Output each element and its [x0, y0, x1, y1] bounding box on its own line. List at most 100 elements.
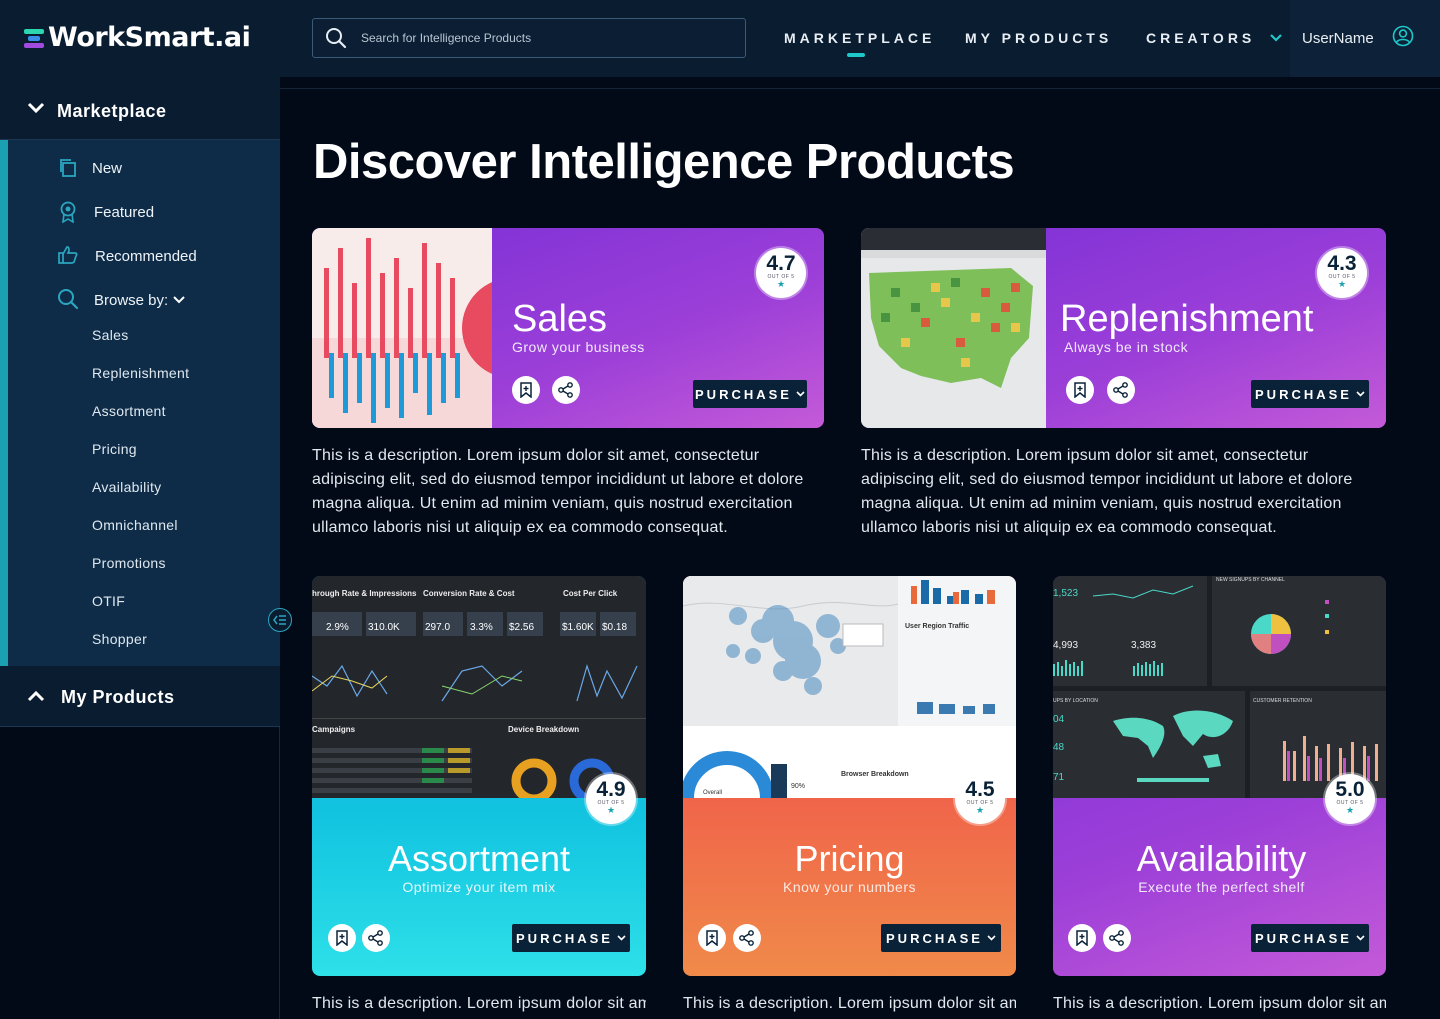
thumb-label: Cost Per Click	[563, 589, 618, 598]
chevron-down-icon	[796, 391, 805, 397]
sidebar-item-recommended[interactable]: Recommended	[95, 248, 197, 265]
share-icon	[1109, 930, 1124, 946]
product-card-availability[interactable]: 1,523 4,993 3,383 NEW SIGNUPS BY CHANNEL…	[1053, 576, 1386, 976]
award-icon	[60, 201, 76, 223]
browse-item-shopper[interactable]: Shopper	[92, 631, 147, 647]
thumb-label: 3,383	[1131, 640, 1156, 651]
chevron-down-icon[interactable]	[173, 295, 185, 304]
thumb-label: User Region Traffic	[905, 623, 969, 630]
sidebar-marketplace-header[interactable]: Marketplace	[0, 77, 280, 140]
share-button[interactable]	[362, 924, 390, 952]
star-icon: ★	[975, 805, 985, 815]
product-card-replenishment[interactable]: 4.3 OUT OF 5 ★ Replenishment Always be i…	[861, 228, 1386, 428]
thumb-label: 1,523	[1053, 588, 1078, 599]
browse-item-replenishment[interactable]: Replenishment	[92, 365, 189, 381]
product-title: Assortment	[387, 838, 571, 879]
copy-icon	[60, 159, 76, 177]
thumb-label: Device Breakdown	[508, 725, 579, 734]
product-card-pricing[interactable]: User Region Traffic Overall 90% Browser …	[683, 576, 1016, 976]
thumb-label: Conversion Rate & Cost	[423, 589, 515, 598]
browse-item-otif[interactable]: OTIF	[92, 593, 125, 609]
share-icon	[368, 930, 383, 946]
sales-thumbnail	[312, 228, 492, 428]
rating-value: 4.7	[766, 252, 796, 275]
star-icon: ★	[606, 805, 616, 815]
chevron-down-icon	[1356, 935, 1365, 941]
purchase-button[interactable]: PURCHASE	[881, 924, 1001, 952]
purchase-button[interactable]: PURCHASE	[693, 380, 807, 408]
share-button[interactable]	[1107, 376, 1135, 404]
product-description: This is a description. Lorem ipsum dolor…	[312, 995, 646, 1012]
bookmark-icon	[706, 930, 718, 946]
bookmark-button[interactable]	[328, 924, 356, 952]
rating-value: 4.9	[596, 778, 626, 801]
share-button[interactable]	[552, 376, 580, 404]
logo-mark-icon	[24, 27, 46, 49]
purchase-button[interactable]: PURCHASE	[1251, 924, 1369, 952]
chevron-down-icon	[1356, 391, 1365, 397]
nav-my-products[interactable]: MY PRODUCTS	[965, 30, 1112, 46]
kpi-value: $2.56	[509, 622, 534, 633]
sidebar-item-featured[interactable]: Featured	[94, 204, 154, 221]
share-button[interactable]	[1103, 924, 1131, 952]
chevron-up-icon	[27, 690, 45, 702]
share-icon	[739, 930, 754, 946]
product-title: Pricing	[794, 838, 905, 879]
nav-marketplace[interactable]: MARKETPLACE	[784, 30, 935, 46]
thumb-label: 90%	[791, 783, 805, 790]
thumb-label: NEW SIGNUPS BY CHANNEL	[1216, 577, 1285, 583]
pricing-thumbnail: User Region Traffic Overall 90% Browser …	[683, 576, 1016, 798]
bookmark-button[interactable]	[512, 376, 540, 404]
nav-active-indicator	[847, 53, 865, 57]
thumbs-up-icon	[58, 246, 78, 264]
bookmark-button[interactable]	[1066, 376, 1094, 404]
chevron-down-icon[interactable]	[1269, 33, 1283, 43]
product-subtitle: Grow your business	[512, 339, 645, 355]
bookmark-button[interactable]	[698, 924, 726, 952]
sidebar-my-products-label: My Products	[61, 687, 175, 707]
star-icon: ★	[1345, 805, 1355, 815]
search-icon	[58, 289, 79, 310]
bookmark-button[interactable]	[1068, 924, 1096, 952]
bookmark-icon	[520, 382, 532, 398]
chevron-down-icon	[987, 935, 996, 941]
replenishment-thumbnail	[861, 228, 1046, 428]
sidebar-item-new[interactable]: New	[92, 160, 122, 177]
top-bar: WorkSmart.ai MARKETPLACE MY PRODUCTS CRE…	[0, 0, 1440, 77]
product-card-assortment[interactable]: hrough Rate & Impressions Conversion Rat…	[312, 576, 646, 976]
search-input[interactable]	[361, 31, 701, 45]
product-subtitle: Know your numbers	[782, 879, 916, 895]
collapse-sidebar-button[interactable]	[268, 608, 292, 632]
product-card-sales[interactable]: 4.7 OUT OF 5 ★ Sales Grow your business …	[312, 228, 824, 428]
nav-creators[interactable]: CREATORS	[1146, 30, 1255, 46]
thumb-label: Campaigns	[312, 725, 356, 734]
browse-item-sales[interactable]: Sales	[92, 327, 129, 343]
thumb-label: 04	[1053, 714, 1065, 725]
sidebar-item-browse-by[interactable]: Browse by:	[94, 292, 168, 309]
product-description: This is a description. Lorem ipsum dolor…	[312, 447, 804, 536]
purchase-button[interactable]: PURCHASE	[1251, 380, 1369, 408]
rating-badge: 5.0 OUT OF 5 ★	[1325, 774, 1375, 824]
chevron-down-icon	[27, 102, 45, 114]
rating-badge: 4.9 OUT OF 5 ★	[586, 774, 636, 824]
sidebar-my-products-header[interactable]: My Products	[0, 666, 280, 727]
brand-logo[interactable]: WorkSmart.ai	[24, 22, 251, 53]
sidebar: Marketplace New Featured Recommended Bro…	[0, 77, 280, 1019]
browse-item-assortment[interactable]: Assortment	[92, 403, 166, 419]
search-bar[interactable]	[312, 18, 746, 58]
browse-item-promotions[interactable]: Promotions	[92, 555, 166, 571]
user-icon[interactable]	[1392, 25, 1414, 47]
thumb-label: 4,993	[1053, 640, 1078, 651]
share-button[interactable]	[733, 924, 761, 952]
browse-item-omnichannel[interactable]: Omnichannel	[92, 517, 178, 533]
username[interactable]: UserName	[1302, 30, 1374, 47]
product-title: Availability	[1136, 838, 1307, 879]
browse-item-availability[interactable]: Availability	[92, 479, 162, 495]
kpi-value: 3.3%	[470, 622, 493, 633]
chevron-down-icon	[617, 935, 626, 941]
bookmark-icon	[336, 930, 348, 946]
star-icon: ★	[1337, 279, 1347, 289]
browse-item-pricing[interactable]: Pricing	[92, 441, 137, 457]
rating-badge: 4.5 OUT OF 5 ★	[955, 774, 1005, 824]
purchase-button[interactable]: PURCHASE	[512, 924, 630, 952]
